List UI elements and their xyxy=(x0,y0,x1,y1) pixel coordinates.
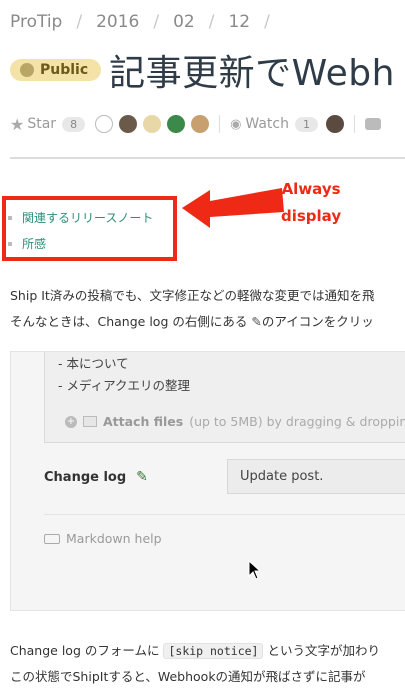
avatar[interactable] xyxy=(119,115,138,133)
body-editor[interactable]: - 本について - メディアクエリの整理 + Attach files (up … xyxy=(44,352,405,443)
avatar[interactable] xyxy=(143,115,162,133)
attach-files-hint: (up to 5MB) by dragging & dropping xyxy=(189,414,405,429)
page-title: 記事更新でWebh xyxy=(109,53,395,94)
watch-button[interactable]: Watch xyxy=(245,116,289,132)
breadcrumb-separator: / xyxy=(264,12,270,32)
markdown-help-link[interactable]: Markdown help xyxy=(44,531,162,546)
body-paragraph: Ship It済みの投稿でも、文字修正などの軽微な変更では通知を飛 そんなときは… xyxy=(10,283,374,335)
divider xyxy=(354,115,355,133)
footer-paragraph: Change log のフォームに [skip notice] という文字が加わ… xyxy=(10,638,380,690)
bell-slash-icon[interactable]: ✎ xyxy=(136,469,148,485)
breadcrumb-item-protip[interactable]: ProTip xyxy=(10,12,62,32)
watch-count: 1 xyxy=(295,116,318,132)
bell-slash-icon: ✎ xyxy=(251,314,262,329)
divider xyxy=(219,115,221,133)
breadcrumb-item-month[interactable]: 02 xyxy=(173,12,195,32)
plus-icon: + xyxy=(65,415,77,428)
mouse-cursor-icon xyxy=(248,560,262,580)
changelog-input[interactable]: Update post. xyxy=(227,459,405,494)
comment-icon[interactable] xyxy=(365,118,381,130)
body-text: そんなときは、Change log の右側にある xyxy=(10,314,252,329)
meta-row: ★ Star 8 ◉ Watch 1 xyxy=(10,112,381,136)
avatar[interactable] xyxy=(191,115,210,133)
header-divider xyxy=(10,157,405,159)
footer-text: この状態でShipItすると、Webhookの通知が飛ばさずに記事が xyxy=(10,669,366,684)
markdown-icon xyxy=(44,533,60,544)
divider xyxy=(44,514,405,515)
eye-icon[interactable]: ◉ xyxy=(230,117,241,132)
public-badge-label: Public xyxy=(40,62,89,78)
avatar[interactable] xyxy=(167,115,186,133)
changelog-label-row: Change log ✎ xyxy=(44,469,148,485)
body-text: Ship It済みの投稿でも、文字修正などの軽微な変更では通知を飛 xyxy=(10,288,375,303)
breadcrumb-separator: / xyxy=(208,12,215,32)
annotation-highlight-box xyxy=(2,196,177,261)
editor-line: - 本について xyxy=(58,356,129,371)
breadcrumb-separator: / xyxy=(76,12,83,32)
skip-notice-code: [skip notice] xyxy=(163,643,264,659)
globe-icon xyxy=(20,63,34,77)
annotation-label: Always display xyxy=(281,176,341,230)
breadcrumb-item-year[interactable]: 2016 xyxy=(96,12,139,32)
footer-text: という文字が加わり xyxy=(263,643,380,658)
breadcrumb: ProTip / 2016 / 02 / 12 / xyxy=(10,12,270,32)
breadcrumb-item-day[interactable]: 12 xyxy=(228,12,250,32)
attach-files-area[interactable]: + Attach files (up to 5MB) by dragging &… xyxy=(65,414,405,429)
markdown-help-label: Markdown help xyxy=(66,531,162,546)
annotation-line: display xyxy=(281,207,342,225)
annotation-line: Always xyxy=(281,180,341,198)
star-count: 8 xyxy=(62,116,86,132)
edit-form-panel: - 本について - メディアクエリの整理 + Attach files (up … xyxy=(10,351,405,611)
image-icon xyxy=(83,416,97,427)
public-badge: Public xyxy=(10,59,102,81)
title-row: Public 記事更新でWebh xyxy=(10,44,395,96)
annotation-arrow-icon xyxy=(182,188,284,228)
star-button[interactable]: Star xyxy=(27,116,56,132)
footer-text: Change log のフォームに xyxy=(10,643,164,658)
changelog-label: Change log xyxy=(44,469,127,485)
star-icon[interactable]: ★ xyxy=(10,115,24,134)
body-text: のアイコンをクリッ xyxy=(261,314,374,329)
breadcrumb-separator: / xyxy=(153,12,160,32)
attach-files-label: Attach files xyxy=(103,414,184,429)
avatar-placeholder[interactable] xyxy=(95,115,114,133)
avatar[interactable] xyxy=(326,115,344,133)
editor-line: - メディアクエリの整理 xyxy=(58,378,190,393)
